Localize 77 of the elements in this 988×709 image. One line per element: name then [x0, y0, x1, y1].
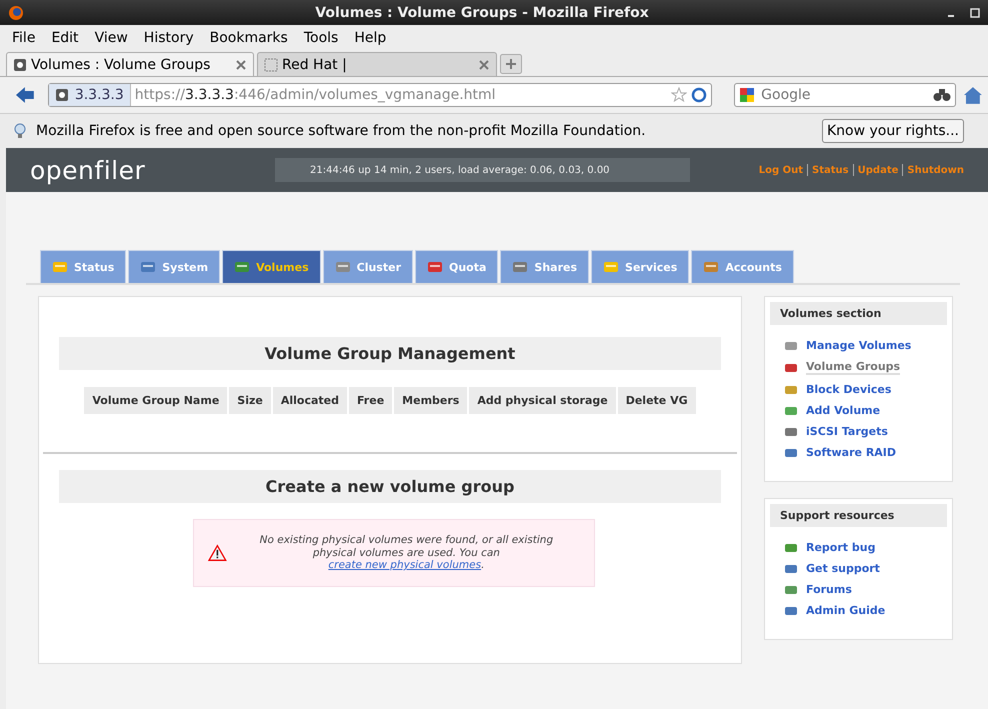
google-icon — [739, 87, 756, 103]
item-icon — [784, 384, 798, 396]
create-volumes-link[interactable]: create new physical volumes — [328, 559, 482, 572]
menu-item[interactable]: Tools — [296, 30, 346, 46]
menu-item[interactable]: History — [136, 30, 202, 46]
header-link[interactable]: Update — [854, 164, 902, 176]
tab-icon — [234, 260, 250, 274]
tab-label: Red Hat | — [282, 56, 348, 72]
column-header: Size — [229, 387, 271, 414]
tab-icon — [427, 260, 443, 274]
column-header: Add physical storage — [469, 387, 616, 414]
browser-tab[interactable]: Red Hat | — [257, 52, 497, 76]
nav-tab[interactable]: Volumes — [222, 250, 321, 283]
site-icon — [54, 88, 69, 102]
lightbulb-icon — [14, 123, 26, 139]
header-link[interactable]: Status — [808, 164, 853, 176]
header-link[interactable]: Shutdown — [903, 164, 968, 176]
notification-text: Mozilla Firefox is free and open source software from the non-profit Mozilla Foundation. — [36, 123, 647, 139]
item-icon — [784, 604, 798, 616]
section-heading: Volume Group Management — [59, 337, 721, 370]
page-icon — [264, 58, 278, 72]
section-heading: Create a new volume group — [59, 470, 721, 503]
home-icon[interactable] — [964, 85, 982, 105]
sidebar-link[interactable]: Software RAID — [806, 446, 896, 459]
sidebar-heading: Volumes section — [770, 302, 947, 325]
menu-item[interactable]: Bookmarks — [202, 30, 296, 46]
tab-icon — [512, 260, 528, 274]
url-text: https://3.3.3.3:446/admin/volumes_vgmanage.html — [134, 87, 497, 103]
page-icon — [13, 58, 27, 72]
item-icon — [784, 584, 798, 596]
address-field[interactable]: 3.3.3.3 https://3.3.3.3:446/admin/volumes_vgmanage.html — [48, 83, 712, 107]
sidebar-link[interactable]: Get support — [806, 562, 880, 575]
sidebar-link[interactable]: iSCSI Targets — [806, 425, 888, 438]
uptime-bar: 21:44:46 up 14 min, 2 users, load average: 0.06, 0.03, 0.00 — [275, 158, 690, 182]
sidebar-link[interactable]: Block Devices — [806, 383, 892, 396]
item-icon — [784, 446, 798, 458]
tab-label: Volumes : Volume Groups — [31, 56, 212, 72]
column-header: Delete VG — [618, 387, 696, 414]
tab-icon — [140, 260, 156, 274]
tab-icon — [52, 260, 68, 274]
item-icon — [784, 404, 798, 416]
tab-icon — [703, 260, 720, 274]
item-icon — [784, 562, 798, 574]
sidebar-link[interactable]: Volume Groups — [806, 360, 900, 375]
item-icon — [784, 340, 798, 352]
column-header: Members — [394, 387, 468, 414]
tab-icon — [603, 260, 620, 274]
binoculars-icon[interactable] — [933, 88, 952, 102]
header-link[interactable]: Log Out — [754, 164, 808, 176]
sidebar-link[interactable]: Forums — [806, 583, 852, 596]
new-tab-icon[interactable] — [500, 54, 522, 74]
browser-tab[interactable]: Volumes : Volume Groups — [6, 52, 254, 76]
site-identity[interactable]: 3.3.3.3 — [48, 84, 131, 106]
sidebar-link[interactable]: Manage Volumes — [806, 339, 912, 352]
sidebar-link[interactable]: Report bug — [806, 541, 876, 554]
column-header: Volume Group Name — [84, 387, 228, 414]
know-rights-button[interactable]: Know your rights... — [822, 119, 964, 143]
menu-item[interactable]: Help — [346, 30, 394, 46]
menu-item[interactable]: View — [86, 30, 136, 46]
firefox-icon — [8, 4, 24, 20]
star-icon[interactable] — [671, 87, 688, 103]
menu-item[interactable]: Edit — [43, 30, 87, 46]
menu-item[interactable]: File — [4, 30, 44, 46]
sidebar-link[interactable]: Admin Guide — [806, 604, 886, 617]
back-icon[interactable] — [14, 85, 36, 105]
tab-icon — [334, 260, 351, 274]
search-field[interactable]: Google — [734, 83, 956, 107]
item-icon — [784, 542, 798, 554]
logo: openfiler — [30, 156, 146, 184]
column-header: Free — [349, 387, 392, 414]
warning-message: No existing physical volumes were found, or all existing physical volumes are used. You can create new physical volumes. — [258, 534, 554, 572]
item-icon — [784, 362, 798, 374]
column-header: Allocated — [272, 387, 347, 414]
item-icon — [784, 426, 798, 438]
sidebar-heading: Support resources — [770, 504, 947, 527]
sidebar-link[interactable]: Add Volume — [806, 404, 880, 417]
window-title: Volumes : Volume Groups - Mozilla Firefox — [314, 4, 650, 20]
